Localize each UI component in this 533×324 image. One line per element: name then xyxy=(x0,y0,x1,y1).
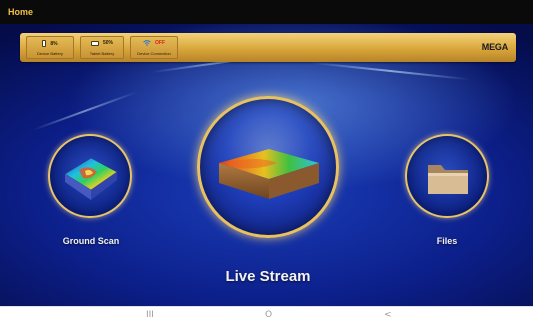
device-battery-tile: 8% Device Battery xyxy=(26,36,74,59)
app-title-bar: Home xyxy=(0,0,533,24)
home-screen: 8% Device Battery 50% Tablet Battery OFF… xyxy=(0,24,533,306)
device-connection-tile: OFF Device Connection xyxy=(130,36,178,59)
light-streak xyxy=(310,61,470,81)
files-label[interactable]: Files xyxy=(408,236,486,246)
wifi-icon xyxy=(143,40,151,46)
device-battery-label: Device Battery xyxy=(36,51,63,56)
ground-scan-3d-map-icon xyxy=(61,150,121,209)
brand-logo: MEGA xyxy=(481,42,508,52)
android-nav-bar: III O < xyxy=(0,306,533,324)
device-connection-label: Device Connection xyxy=(137,51,171,56)
folder-icon xyxy=(427,160,469,201)
back-button[interactable]: < xyxy=(384,310,392,320)
live-stream-soil-block-icon xyxy=(217,133,321,208)
live-stream-button[interactable] xyxy=(197,96,339,238)
ground-scan-button[interactable] xyxy=(48,134,132,218)
window-title: Home xyxy=(8,7,34,17)
status-bar: 8% Device Battery 50% Tablet Battery OFF… xyxy=(20,33,516,62)
light-streak xyxy=(32,91,138,131)
device-connection-value: OFF xyxy=(155,40,165,46)
live-stream-label[interactable]: Live Stream xyxy=(198,268,338,285)
tablet-icon xyxy=(90,40,99,46)
tablet-battery-value: 50% xyxy=(102,40,113,46)
battery-icon xyxy=(42,40,47,47)
files-button[interactable] xyxy=(405,134,489,218)
ground-scan-label[interactable]: Ground Scan xyxy=(52,236,130,246)
tablet-battery-label: Tablet Battery xyxy=(89,51,115,56)
home-button[interactable]: O xyxy=(265,310,272,320)
device-battery-value: 8% xyxy=(50,40,58,47)
recents-button[interactable]: III xyxy=(146,310,154,320)
tablet-battery-tile: 50% Tablet Battery xyxy=(80,36,124,59)
